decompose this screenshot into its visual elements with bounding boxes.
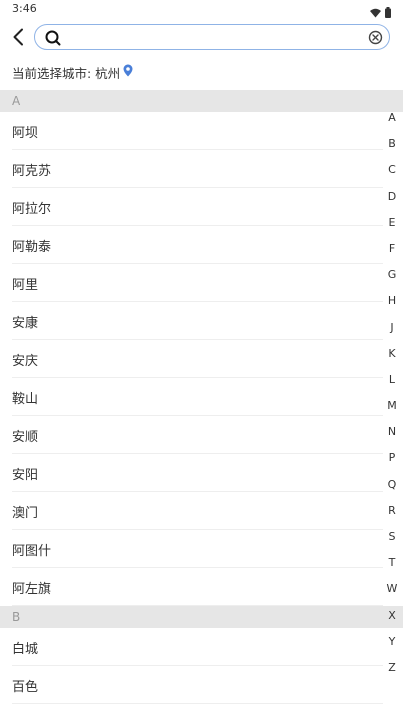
- index-letter-c[interactable]: C: [384, 162, 400, 188]
- city-item[interactable]: 阿克苏: [0, 150, 403, 188]
- city-item[interactable]: 安康: [0, 302, 403, 340]
- current-city: 当前选择城市: 杭州: [12, 63, 133, 81]
- index-letter-y[interactable]: Y: [384, 634, 400, 660]
- back-arrow-icon: [13, 28, 23, 46]
- city-item[interactable]: 白城: [0, 628, 403, 666]
- city-item[interactable]: 阿坝: [0, 112, 403, 150]
- search-box[interactable]: [34, 24, 390, 50]
- city-name: 安康: [12, 315, 39, 331]
- index-letter-z[interactable]: Z: [384, 660, 400, 686]
- city-name: 安顺: [12, 429, 39, 445]
- city-item[interactable]: 阿左旗: [0, 568, 403, 606]
- index-letter-p[interactable]: P: [384, 450, 400, 476]
- city-item[interactable]: 阿勒泰: [0, 226, 403, 264]
- index-letter-k[interactable]: K: [384, 346, 400, 372]
- search-header: [0, 22, 403, 52]
- city-name: 阿左旗: [12, 581, 52, 597]
- index-letter-w[interactable]: W: [384, 581, 400, 607]
- city-item[interactable]: 安顺: [0, 416, 403, 454]
- clear-icon[interactable]: [368, 30, 383, 45]
- status-time: 3:46: [12, 2, 37, 15]
- battery-icon: [385, 3, 391, 22]
- index-letter-j[interactable]: J: [384, 320, 400, 346]
- index-letter-r[interactable]: R: [384, 503, 400, 529]
- city-name: 安庆: [12, 353, 39, 369]
- city-item[interactable]: 阿里: [0, 264, 403, 302]
- index-letter-m[interactable]: M: [384, 398, 400, 424]
- city-name: 鞍山: [12, 391, 39, 407]
- index-letter-l[interactable]: L: [384, 372, 400, 398]
- city-item[interactable]: 澳门: [0, 492, 403, 530]
- city-name: 安阳: [12, 467, 39, 483]
- city-item[interactable]: 鞍山: [0, 378, 403, 416]
- city-item[interactable]: 阿图什: [0, 530, 403, 568]
- index-letter-x[interactable]: X: [384, 608, 400, 634]
- alphabet-index[interactable]: A B C D E F G H J K L M N P Q R S T W X …: [384, 110, 400, 686]
- city-item[interactable]: 百色: [0, 666, 403, 704]
- city-name: 阿图什: [12, 543, 52, 559]
- current-city-label: 当前选择城市: 杭州: [12, 65, 121, 81]
- index-letter-a[interactable]: A: [384, 110, 400, 136]
- section-header-b: B: [0, 606, 403, 628]
- index-letter-b[interactable]: B: [384, 136, 400, 162]
- status-icons: [370, 3, 391, 22]
- back-button[interactable]: [6, 24, 30, 50]
- search-icon: [45, 30, 61, 46]
- location-pin-icon: [123, 64, 133, 80]
- city-name: 阿勒泰: [12, 239, 52, 255]
- index-letter-d[interactable]: D: [384, 189, 400, 215]
- index-letter-n[interactable]: N: [384, 424, 400, 450]
- wifi-icon: [370, 3, 381, 22]
- city-picker-screen: 3:46 当前选择城市: 杭州 A 阿坝 阿克苏 阿拉尔 阿勒泰 阿里 安康 安…: [0, 0, 403, 717]
- city-item[interactable]: 安阳: [0, 454, 403, 492]
- city-name: 澳门: [12, 505, 39, 521]
- city-item[interactable]: 阿拉尔: [0, 188, 403, 226]
- city-name: 阿里: [12, 277, 39, 293]
- city-item[interactable]: 安庆: [0, 340, 403, 378]
- index-letter-h[interactable]: H: [384, 293, 400, 319]
- search-input[interactable]: [65, 28, 365, 46]
- city-name: 阿克苏: [12, 163, 52, 179]
- city-name: 百色: [12, 679, 39, 695]
- city-name: 阿坝: [12, 125, 39, 141]
- city-name: 白城: [12, 641, 39, 657]
- city-name: 阿拉尔: [12, 201, 52, 217]
- index-letter-e[interactable]: E: [384, 215, 400, 241]
- index-letter-g[interactable]: G: [384, 267, 400, 293]
- index-letter-s[interactable]: S: [384, 529, 400, 555]
- index-letter-t[interactable]: T: [384, 555, 400, 581]
- index-letter-q[interactable]: Q: [384, 477, 400, 503]
- status-bar: 3:46: [0, 0, 403, 20]
- index-letter-f[interactable]: F: [384, 241, 400, 267]
- city-list: A 阿坝 阿克苏 阿拉尔 阿勒泰 阿里 安康 安庆 鞍山 安顺 安阳 澳门 阿图…: [0, 90, 403, 704]
- section-header-a: A: [0, 90, 403, 112]
